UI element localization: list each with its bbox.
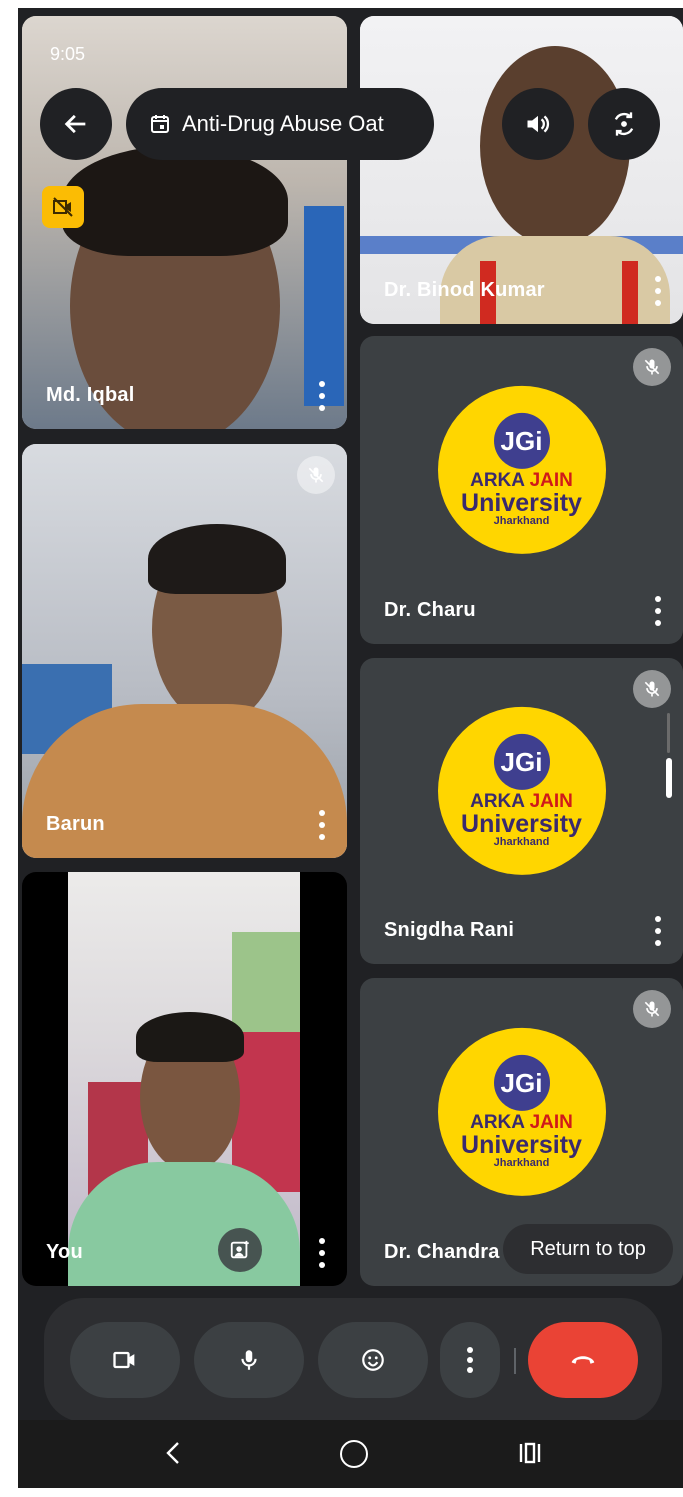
system-nav-bar bbox=[18, 1420, 683, 1488]
portrait-plus-icon bbox=[230, 1240, 249, 1259]
logo-jharkhand: Jharkhand bbox=[493, 835, 550, 848]
call-end-icon bbox=[571, 1356, 595, 1364]
logo-jharkhand: Jharkhand bbox=[493, 514, 550, 527]
camera-toggle-button[interactable] bbox=[70, 1322, 180, 1398]
nav-back-button[interactable] bbox=[158, 1438, 188, 1468]
participant-name: Dr. Chandra bbox=[384, 1241, 500, 1263]
reactions-button[interactable] bbox=[318, 1322, 428, 1398]
participant-name: Dr. Binod Kumar bbox=[384, 279, 545, 301]
participant-tile-snigdha-rani[interactable]: JGi ARKA JAIN University Jharkhand Snigd… bbox=[360, 658, 683, 964]
nav-recents-button[interactable] bbox=[516, 1440, 544, 1466]
logo-arka: ARKA bbox=[470, 469, 525, 491]
video-off-icon bbox=[53, 197, 73, 217]
meet-screen: Md. Iqbal Dr. Binod Kumar Barun JGi ARKA bbox=[18, 8, 683, 1488]
logo-arka: ARKA bbox=[470, 1111, 525, 1133]
logo-university: University bbox=[461, 488, 582, 517]
muted-indicator bbox=[297, 456, 335, 494]
mic-off-icon bbox=[644, 359, 660, 375]
more-options-button[interactable] bbox=[440, 1322, 500, 1398]
flip-camera-icon bbox=[614, 112, 634, 136]
more-options-button[interactable] bbox=[315, 1238, 329, 1268]
logo-badge: JGi bbox=[493, 1054, 550, 1111]
logo-jharkhand: Jharkhand bbox=[493, 1156, 550, 1169]
video-camera-icon bbox=[113, 1351, 135, 1369]
muted-indicator bbox=[633, 348, 671, 386]
participant-avatar-logo: JGi ARKA JAIN University Jharkhand bbox=[437, 385, 606, 554]
camera-off-badge bbox=[42, 186, 84, 228]
logo-badge: JGi bbox=[493, 412, 550, 469]
participant-hair bbox=[136, 1012, 244, 1062]
participant-name: Dr. Charu bbox=[384, 599, 476, 621]
more-options-button[interactable] bbox=[651, 276, 665, 306]
participant-hair bbox=[62, 146, 288, 256]
meeting-title: Anti-Drug Abuse Oat bbox=[182, 111, 384, 136]
more-options-button[interactable] bbox=[315, 381, 329, 411]
logo-jain: JAIN bbox=[529, 790, 573, 812]
mic-off-icon bbox=[308, 467, 324, 483]
participant-shirt bbox=[68, 1162, 300, 1286]
calendar-icon bbox=[148, 112, 172, 136]
nav-home-button[interactable] bbox=[340, 1440, 368, 1468]
mic-off-icon bbox=[644, 1001, 660, 1017]
meeting-title-chip[interactable]: Anti-Drug Abuse Oat bbox=[126, 88, 434, 160]
call-controls bbox=[44, 1298, 662, 1422]
more-options-button[interactable] bbox=[651, 596, 665, 626]
participant-tile-md-iqbal[interactable]: Md. Iqbal bbox=[22, 16, 347, 429]
chevron-left-icon bbox=[166, 1442, 179, 1464]
mic-off-icon bbox=[644, 681, 660, 697]
recents-icon bbox=[519, 1442, 541, 1464]
emoji-icon bbox=[362, 1349, 384, 1371]
audio-output-button[interactable] bbox=[502, 88, 574, 160]
logo-jain: JAIN bbox=[529, 1111, 573, 1133]
scrollbar-track bbox=[667, 713, 670, 753]
controls-divider bbox=[514, 1348, 516, 1374]
participant-tile-binod-kumar[interactable]: Dr. Binod Kumar bbox=[360, 16, 683, 324]
window-frame bbox=[304, 206, 344, 406]
participant-avatar-logo: JGi ARKA JAIN University Jharkhand bbox=[437, 1027, 606, 1196]
logo-jain: JAIN bbox=[529, 469, 573, 491]
participant-name: Barun bbox=[46, 813, 105, 835]
logo-badge: JGi bbox=[493, 733, 550, 790]
participant-name: Snigdha Rani bbox=[384, 919, 515, 941]
status-time: 9:05 bbox=[50, 44, 86, 64]
switch-camera-button[interactable] bbox=[588, 88, 660, 160]
more-options-button[interactable] bbox=[651, 916, 665, 946]
muted-indicator bbox=[633, 670, 671, 708]
end-call-button[interactable] bbox=[528, 1322, 638, 1398]
muted-indicator bbox=[633, 990, 671, 1028]
scrollbar-thumb[interactable] bbox=[666, 758, 672, 798]
participant-name: You bbox=[46, 1241, 83, 1263]
logo-university: University bbox=[461, 809, 582, 838]
logo-university: University bbox=[461, 1130, 582, 1159]
participant-avatar-logo: JGi ARKA JAIN University Jharkhand bbox=[437, 706, 606, 875]
logo-line: ARKA JAIN bbox=[470, 1111, 573, 1133]
logo-arka: ARKA bbox=[470, 790, 525, 812]
logo-line: ARKA JAIN bbox=[470, 469, 573, 491]
speaker-icon bbox=[527, 115, 550, 133]
mic-toggle-button[interactable] bbox=[194, 1322, 304, 1398]
participant-name: Md. Iqbal bbox=[46, 384, 135, 406]
participant-tile-barun[interactable]: Barun bbox=[22, 444, 347, 858]
more-vert-icon bbox=[467, 1347, 473, 1373]
back-button[interactable] bbox=[40, 88, 112, 160]
more-options-button[interactable] bbox=[315, 810, 329, 840]
arrow-back-icon bbox=[64, 114, 86, 134]
add-effects-button[interactable] bbox=[218, 1228, 262, 1272]
logo-line: ARKA JAIN bbox=[470, 790, 573, 812]
participant-tile-self[interactable]: You bbox=[22, 872, 347, 1286]
microphone-icon bbox=[241, 1350, 257, 1370]
return-to-top-button[interactable]: Return to top bbox=[503, 1224, 673, 1274]
lanyard bbox=[622, 261, 638, 324]
participant-hair bbox=[148, 524, 286, 594]
participant-tile-charu[interactable]: JGi ARKA JAIN University Jharkhand Dr. C… bbox=[360, 336, 683, 644]
